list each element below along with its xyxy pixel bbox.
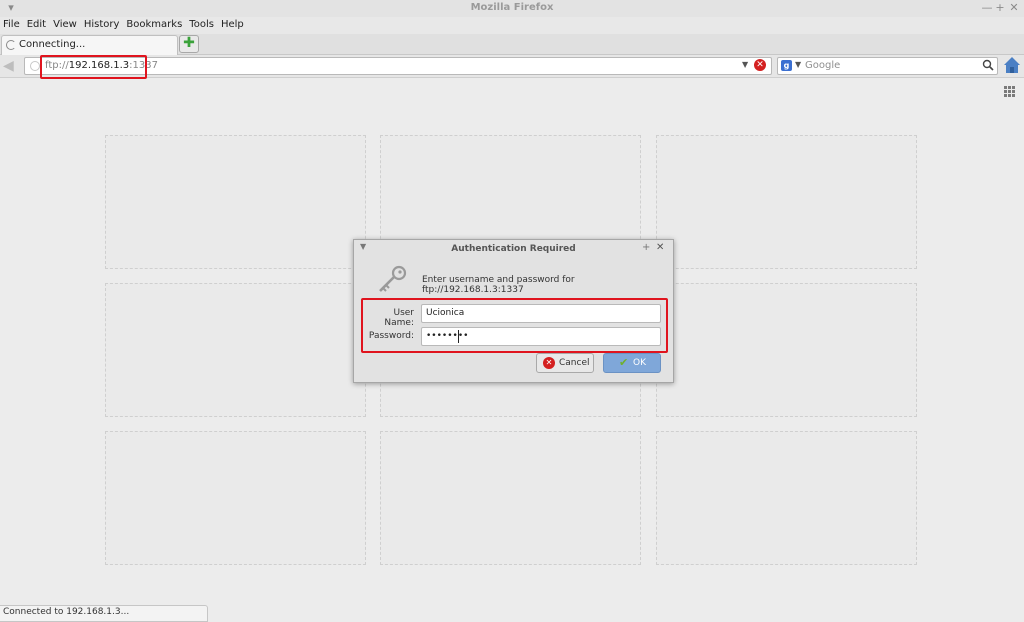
close-window-icon[interactable]: ✕ (1007, 1, 1021, 15)
cancel-button[interactable]: ✕ Cancel (536, 353, 594, 373)
status-bar: Connected to 192.168.1.3... (0, 605, 208, 622)
back-arrow-icon[interactable]: ◀ (3, 58, 19, 74)
tab-label: Connecting... (19, 39, 86, 50)
maximize-icon[interactable]: + (993, 1, 1007, 15)
search-icon[interactable] (982, 59, 995, 72)
search-placeholder: Google (805, 60, 841, 71)
window-titlebar: ▾ Mozilla Firefox — + ✕ (0, 0, 1024, 18)
stop-loading-icon[interactable]: ✕ (754, 59, 766, 71)
plus-icon: ✚ (183, 35, 195, 51)
menu-bar: File Edit View History Bookmarks Tools H… (0, 17, 1024, 34)
home-icon[interactable] (1003, 56, 1021, 74)
thumbnail-tile[interactable] (656, 135, 917, 269)
history-dropdown-icon[interactable]: ▼ (742, 60, 748, 69)
dialog-maximize-icon[interactable]: + (642, 242, 650, 253)
menu-bookmarks[interactable]: Bookmarks (123, 17, 186, 30)
loading-spinner-icon (6, 40, 16, 50)
url-highlight-box (40, 55, 147, 79)
thumbnail-tile[interactable] (105, 431, 366, 565)
dialog-menu-icon[interactable]: ▼ (360, 242, 366, 251)
dialog-close-icon[interactable]: ✕ (656, 242, 664, 253)
menu-file[interactable]: File (0, 17, 24, 30)
menu-tools[interactable]: Tools (186, 17, 218, 30)
key-icon (374, 264, 410, 294)
menu-help[interactable]: Help (218, 17, 248, 30)
ok-button[interactable]: ✔ OK (603, 353, 661, 373)
checkmark-icon: ✔ (619, 356, 629, 369)
engine-dropdown-icon[interactable]: ▼ (795, 60, 801, 69)
tab-strip: Connecting... ✚ (0, 34, 1024, 55)
google-engine-icon[interactable]: g (781, 60, 792, 71)
thumbnail-tile[interactable] (105, 135, 366, 269)
search-box[interactable]: g ▼ Google (777, 57, 998, 75)
minimize-icon[interactable]: — (980, 1, 994, 15)
thumbnail-tile[interactable] (656, 431, 917, 565)
thumbnail-tile[interactable] (380, 431, 641, 565)
menu-view[interactable]: View (50, 17, 81, 30)
globe-icon (30, 61, 40, 71)
dialog-message: Enter username and password for ftp://19… (422, 275, 575, 295)
tile-grid-icon[interactable] (1004, 86, 1016, 98)
navigation-bar: ◀ ftp://192.168.1.3:1337 ▼ ✕ g ▼ Google (0, 55, 1024, 78)
menu-history[interactable]: History (81, 17, 124, 30)
dialog-title: Authentication Required (451, 244, 576, 254)
thumbnail-tile[interactable] (105, 283, 366, 417)
tab-connecting[interactable]: Connecting... (1, 35, 178, 55)
credentials-highlight-box (361, 298, 668, 353)
cancel-icon: ✕ (543, 357, 555, 369)
new-tab-button[interactable]: ✚ (179, 35, 199, 53)
menu-edit[interactable]: Edit (24, 17, 50, 30)
status-text: Connected to 192.168.1.3... (3, 607, 130, 617)
thumbnail-tile[interactable] (656, 283, 917, 417)
window-title: Mozilla Firefox (470, 2, 554, 13)
